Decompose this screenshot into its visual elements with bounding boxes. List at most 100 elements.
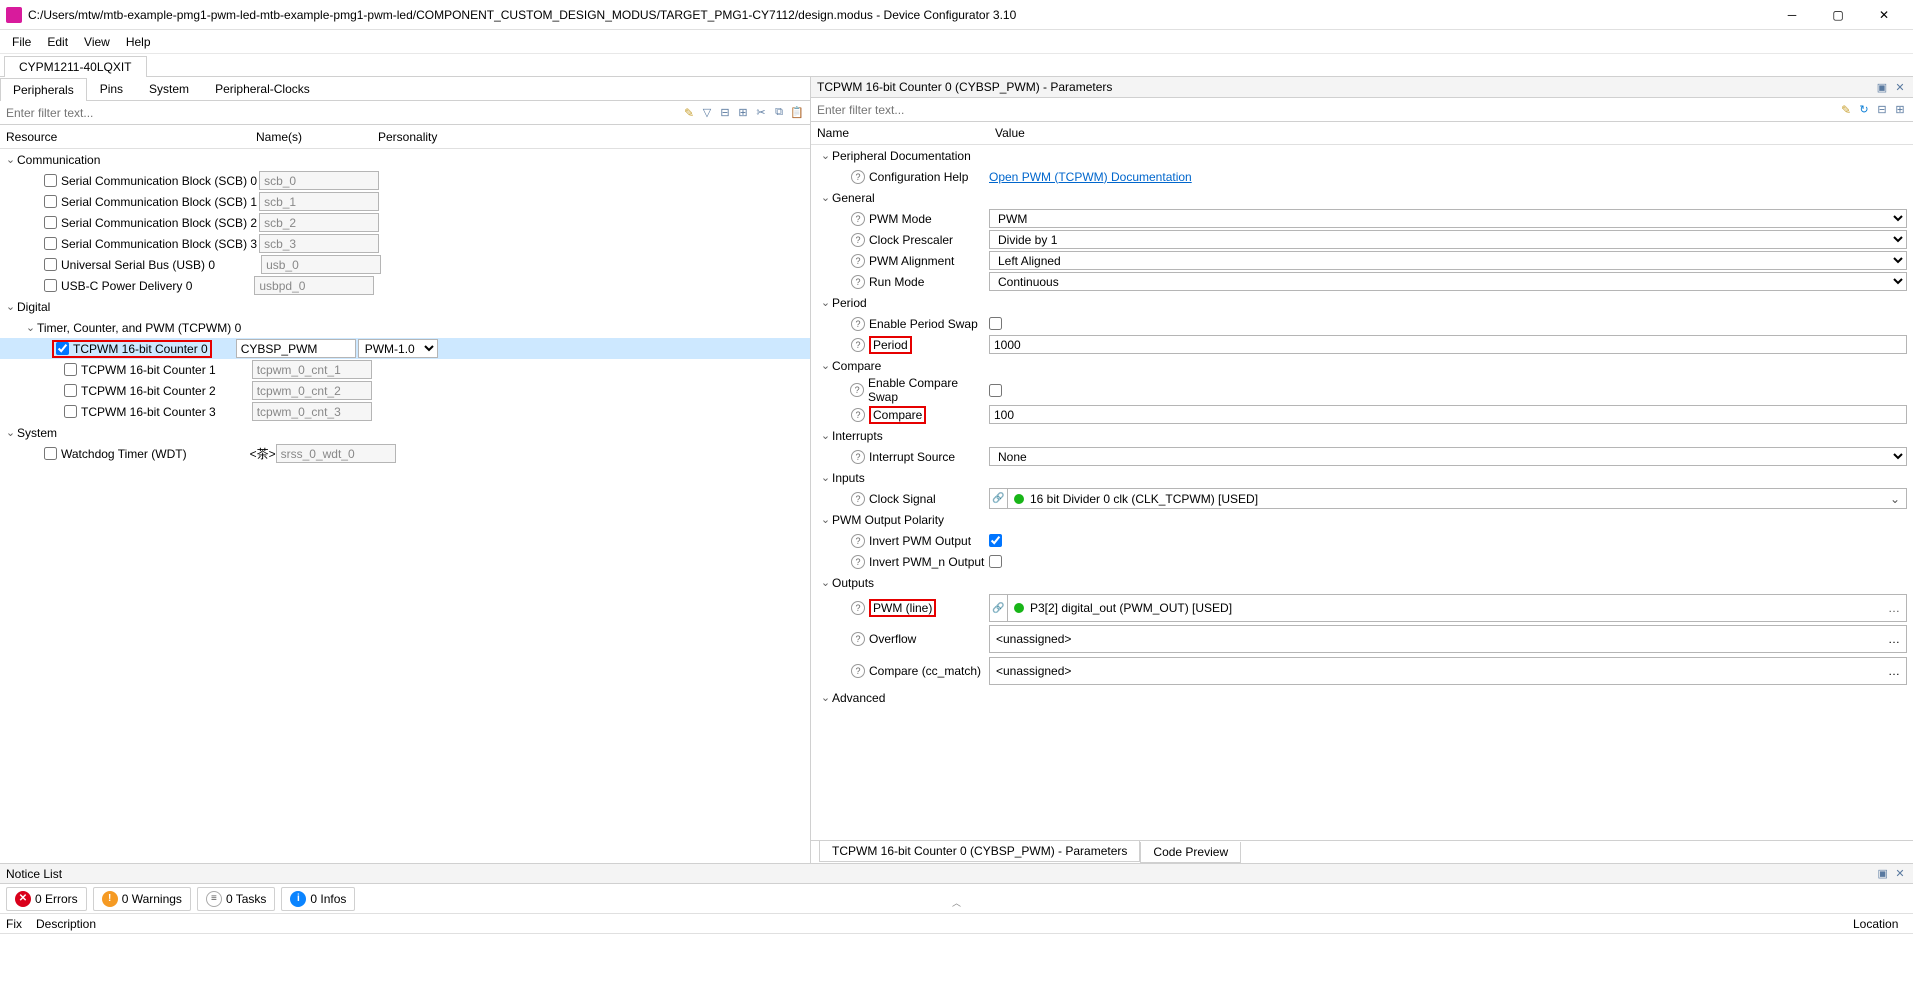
help-icon[interactable]: ? xyxy=(851,664,865,678)
collapse-handle-icon[interactable]: ︿ xyxy=(952,896,961,909)
parameters-tree[interactable]: Peripheral Documentation ?Configuration … xyxy=(811,145,1913,840)
name-cnt2[interactable] xyxy=(252,381,372,400)
resource-scb3[interactable]: Serial Communication Block (SCB) 3 xyxy=(44,237,257,251)
resource-cnt0[interactable]: TCPWM 16-bit Counter 0 xyxy=(56,342,208,356)
resource-wdt[interactable]: Watchdog Timer (WDT) xyxy=(44,447,187,461)
checkbox-scb0[interactable] xyxy=(44,174,57,187)
value-compare[interactable] xyxy=(989,405,1907,424)
tab-pins[interactable]: Pins xyxy=(87,77,136,100)
right-filter-input[interactable] xyxy=(811,99,1833,121)
chevron-down-icon[interactable] xyxy=(819,513,832,526)
tab-peripherals[interactable]: Peripherals xyxy=(0,78,87,101)
collapse-icon[interactable]: ⊟ xyxy=(1875,103,1889,117)
filter-icon[interactable]: ▽ xyxy=(700,106,714,120)
resource-cnt1[interactable]: TCPWM 16-bit Counter 1 xyxy=(64,363,216,377)
dock-icon[interactable]: ▣ xyxy=(1876,867,1890,881)
more-icon[interactable]: … xyxy=(1888,632,1900,646)
minimize-button[interactable]: ─ xyxy=(1769,0,1815,30)
link-icon[interactable]: 🔗 xyxy=(990,489,1008,508)
doc-link[interactable]: Open PWM (TCPWM) Documentation xyxy=(989,170,1192,184)
chevron-down-icon[interactable] xyxy=(819,691,832,704)
resource-scb2[interactable]: Serial Communication Block (SCB) 2 xyxy=(44,216,257,230)
checkbox-usb0[interactable] xyxy=(44,258,57,271)
group-inputs[interactable]: Inputs xyxy=(832,471,865,485)
name-scb1[interactable] xyxy=(259,192,379,211)
checkbox-cnt2[interactable] xyxy=(64,384,77,397)
chevron-down-icon[interactable] xyxy=(24,321,37,334)
group-compare[interactable]: Compare xyxy=(832,359,881,373)
help-icon[interactable]: ? xyxy=(850,383,864,397)
chevron-down-icon[interactable] xyxy=(4,153,17,166)
maximize-button[interactable]: ▢ xyxy=(1815,0,1861,30)
group-system[interactable]: System xyxy=(17,426,57,440)
infos-filter-button[interactable]: i0 Infos xyxy=(281,887,355,911)
chevron-down-icon[interactable] xyxy=(4,426,17,439)
help-icon[interactable]: ? xyxy=(851,212,865,226)
menu-file[interactable]: File xyxy=(4,33,39,51)
name-usb0[interactable] xyxy=(261,255,381,274)
chevron-down-icon[interactable] xyxy=(819,576,832,589)
help-icon[interactable]: ? xyxy=(851,170,865,184)
left-filter-input[interactable] xyxy=(0,102,676,124)
chevron-down-icon[interactable] xyxy=(819,296,832,309)
group-polarity[interactable]: PWM Output Polarity xyxy=(832,513,944,527)
value-enable-compare-swap[interactable] xyxy=(989,384,1002,397)
chevron-down-icon[interactable] xyxy=(819,429,832,442)
group-general[interactable]: General xyxy=(832,191,875,205)
tab-parameters[interactable]: TCPWM 16-bit Counter 0 (CYBSP_PWM) - Par… xyxy=(819,841,1140,862)
resource-cnt3[interactable]: TCPWM 16-bit Counter 3 xyxy=(64,405,216,419)
group-peripheral-doc[interactable]: Peripheral Documentation xyxy=(832,149,971,163)
name-cnt3[interactable] xyxy=(252,402,372,421)
help-icon[interactable]: ? xyxy=(851,450,865,464)
close-button[interactable]: ✕ xyxy=(1861,0,1907,30)
group-communication[interactable]: Communication xyxy=(17,153,100,167)
chevron-down-icon[interactable] xyxy=(819,191,832,204)
cut-icon[interactable]: ✂ xyxy=(754,106,768,120)
resource-usbpd0[interactable]: USB-C Power Delivery 0 xyxy=(44,279,192,293)
tab-code-preview[interactable]: Code Preview xyxy=(1140,842,1241,863)
value-clock-prescaler[interactable]: Divide by 1 xyxy=(989,230,1907,249)
checkbox-scb3[interactable] xyxy=(44,237,57,250)
menu-view[interactable]: View xyxy=(76,33,118,51)
help-icon[interactable]: ? xyxy=(851,275,865,289)
name-cnt0[interactable] xyxy=(236,339,356,358)
expand-icon[interactable]: ⊞ xyxy=(1893,103,1907,117)
personality-cnt0[interactable]: PWM-1.0 xyxy=(358,339,438,358)
group-period[interactable]: Period xyxy=(832,296,867,310)
value-clock-signal[interactable]: 🔗16 bit Divider 0 clk (CLK_TCPWM) [USED]… xyxy=(989,488,1907,509)
help-icon[interactable]: ? xyxy=(851,317,865,331)
value-enable-period-swap[interactable] xyxy=(989,317,1002,330)
checkbox-cnt0[interactable] xyxy=(56,342,69,355)
resource-tree[interactable]: Communication Serial Communication Block… xyxy=(0,149,810,863)
help-icon[interactable]: ? xyxy=(851,601,865,615)
value-invert-pwm[interactable] xyxy=(989,534,1002,547)
group-outputs[interactable]: Outputs xyxy=(832,576,874,590)
value-overflow[interactable]: <unassigned>… xyxy=(989,625,1907,653)
name-scb3[interactable] xyxy=(259,234,379,253)
checkbox-usbpd0[interactable] xyxy=(44,279,57,292)
value-cc-match[interactable]: <unassigned>… xyxy=(989,657,1907,685)
help-icon[interactable]: ? xyxy=(851,534,865,548)
help-icon[interactable]: ? xyxy=(851,492,865,506)
group-advanced[interactable]: Advanced xyxy=(832,691,885,705)
menu-edit[interactable]: Edit xyxy=(39,33,76,51)
name-wdt[interactable] xyxy=(276,444,396,463)
expand-icon[interactable]: ⊞ xyxy=(736,106,750,120)
chevron-down-icon[interactable]: ⌄ xyxy=(1884,492,1906,506)
chevron-down-icon[interactable] xyxy=(4,300,17,313)
resource-scb1[interactable]: Serial Communication Block (SCB) 1 xyxy=(44,195,257,209)
chevron-down-icon[interactable] xyxy=(819,149,832,162)
group-interrupts[interactable]: Interrupts xyxy=(832,429,883,443)
group-digital[interactable]: Digital xyxy=(17,300,50,314)
collapse-icon[interactable]: ⊟ xyxy=(718,106,732,120)
checkbox-wdt[interactable] xyxy=(44,447,57,460)
resource-scb0[interactable]: Serial Communication Block (SCB) 0 xyxy=(44,174,257,188)
help-icon[interactable]: ? xyxy=(851,338,865,352)
errors-filter-button[interactable]: ✕0 Errors xyxy=(6,887,87,911)
notice-list-body[interactable] xyxy=(0,934,1913,1006)
chevron-down-icon[interactable] xyxy=(819,359,832,372)
more-icon[interactable]: … xyxy=(1888,664,1900,678)
checkbox-scb2[interactable] xyxy=(44,216,57,229)
more-icon[interactable]: … xyxy=(1882,601,1906,615)
checkbox-cnt3[interactable] xyxy=(64,405,77,418)
